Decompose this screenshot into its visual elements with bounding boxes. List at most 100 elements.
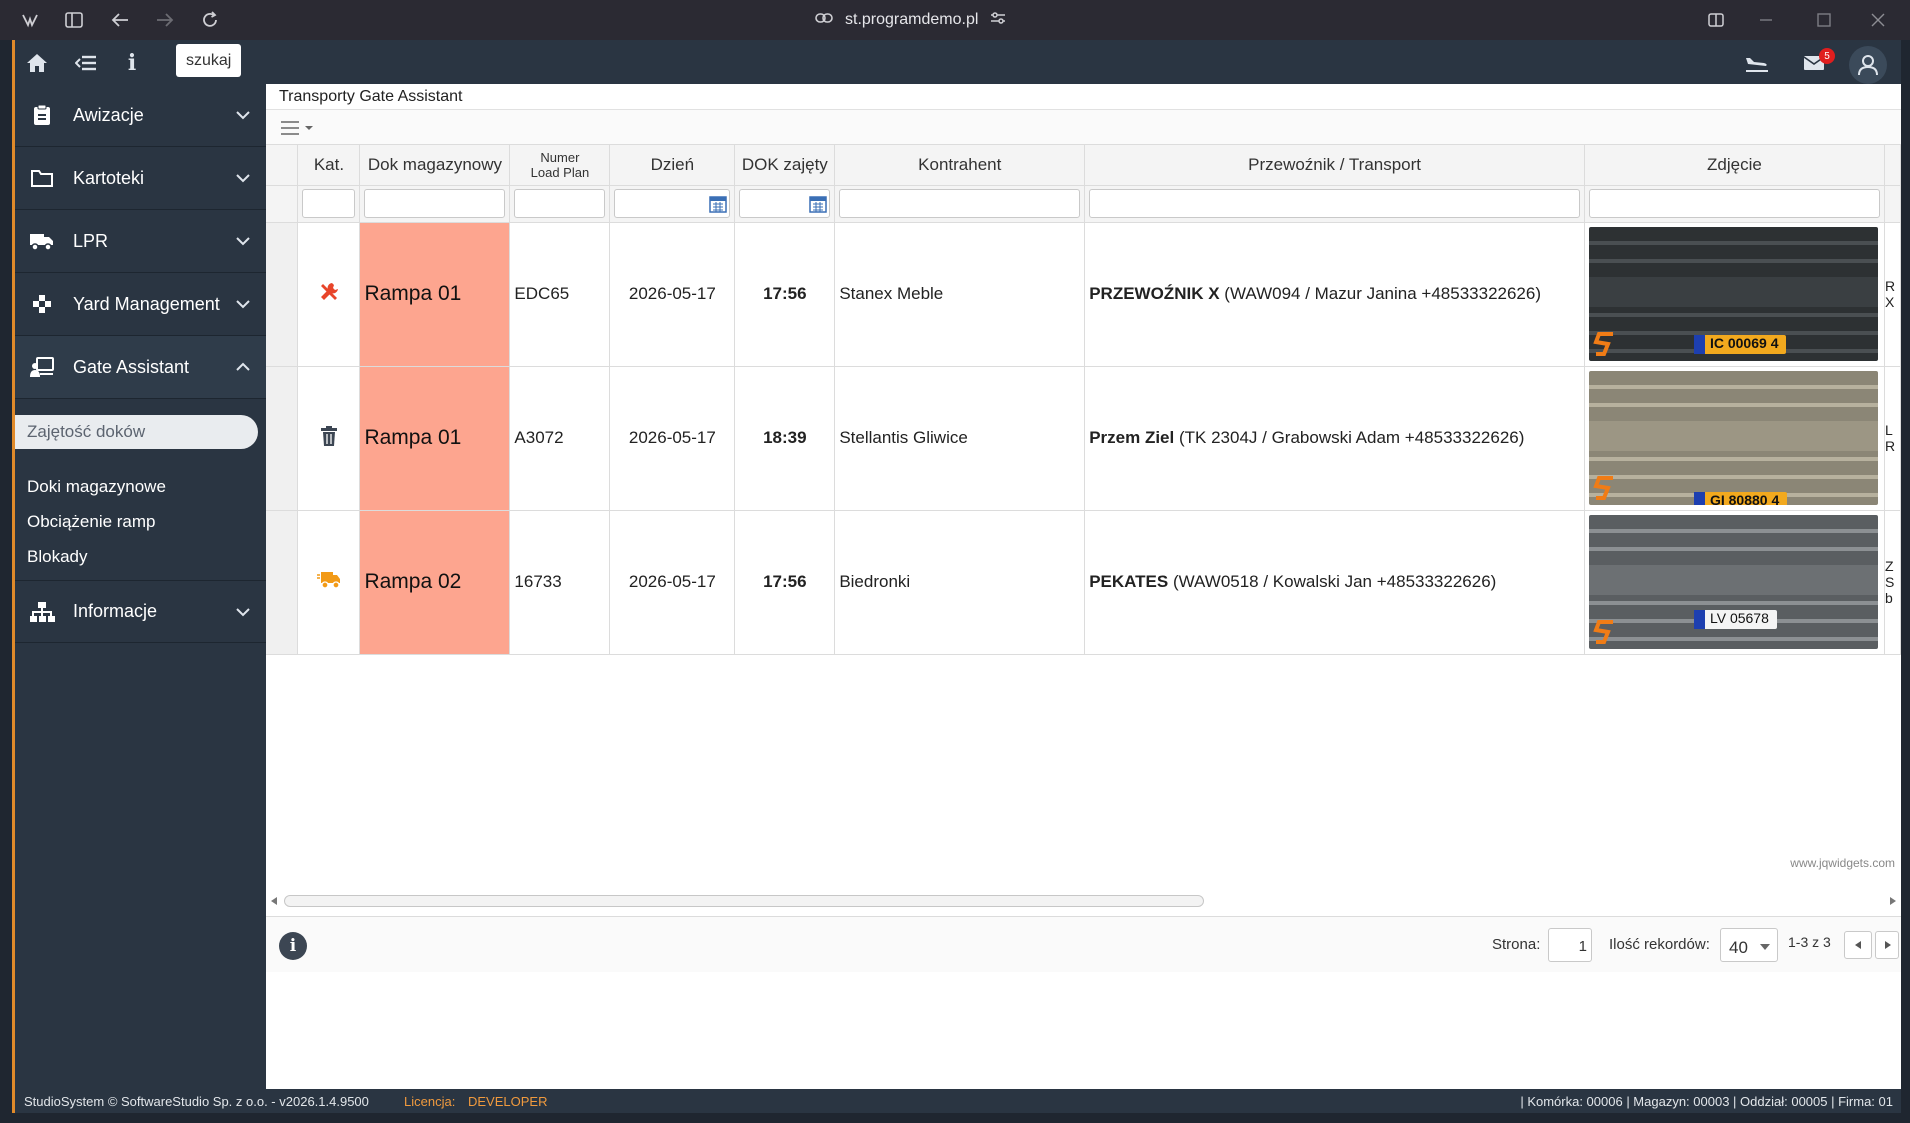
filter-input-kat[interactable]: [302, 189, 356, 218]
sidebar-item-label: LPR: [73, 230, 109, 251]
zdjecie-cell: GI 80880 4: [1584, 366, 1885, 511]
chevron-down-icon: [236, 608, 250, 617]
kat-cell: [297, 222, 361, 367]
przewoznik-details: (WAW094 / Mazur Janina +48533322626): [1224, 284, 1542, 303]
sidebar-item-lpr[interactable]: LPR: [15, 210, 266, 273]
browser-logo-icon[interactable]: [18, 8, 42, 32]
chevron-down-icon: [236, 300, 250, 309]
filter-input-przewoznik[interactable]: [1089, 189, 1580, 218]
hamburger-menu-icon[interactable]: [280, 119, 316, 142]
scroll-right-icon[interactable]: [1889, 896, 1897, 906]
plate-number: GI 80880: [1709, 492, 1768, 505]
column-header-kat[interactable]: Kat.: [297, 145, 361, 186]
row-selector[interactable]: [266, 366, 299, 511]
filter-input-dzien[interactable]: [614, 189, 731, 218]
search-button[interactable]: szukaj: [176, 44, 242, 77]
horizontal-scrollbar[interactable]: [266, 893, 1901, 909]
prev-page-button[interactable]: [1844, 931, 1872, 959]
forward-icon[interactable]: [153, 8, 177, 32]
close-icon[interactable]: [1866, 8, 1890, 32]
submenu-item-doki[interactable]: Doki magazynowe: [15, 469, 266, 504]
truck-photo[interactable]: LV 05678: [1588, 515, 1878, 649]
sidebar-item-label: Gate Assistant: [73, 356, 190, 377]
column-header-numer[interactable]: Numer Load Plan: [509, 145, 611, 186]
license-label: Licencja:: [404, 1094, 456, 1109]
records-label: Ilość rekordów:: [1609, 936, 1710, 953]
table-row[interactable]: Rampa 01 A3072 2026-05-17 18:39 Stellant…: [266, 366, 1902, 511]
submenu-item-obciazenie[interactable]: Obciążenie ramp: [15, 504, 266, 539]
dok-zajety-cell: 17:56: [734, 510, 836, 655]
submenu-item-active[interactable]: Zajętość doków: [15, 415, 258, 449]
sidebar-item-gate-assistant[interactable]: Gate Assistant: [15, 336, 266, 399]
calendar-icon[interactable]: [709, 195, 728, 213]
column-header-dok-zajety[interactable]: DOK zajęty: [734, 145, 836, 186]
przewoznik-details: (TK 2304J / Grabowski Adam +48533322626): [1178, 428, 1525, 447]
column-header-numer-line1: Numer: [540, 149, 580, 165]
next-page-button[interactable]: [1875, 931, 1899, 959]
truck-photo[interactable]: IC 00069 4: [1588, 227, 1878, 361]
sidebar-item-awizacje[interactable]: Awizacje: [15, 84, 266, 147]
chevron-left-icon: [1855, 941, 1861, 949]
split-view-icon[interactable]: [1704, 8, 1728, 32]
filter-cell-empty: [266, 185, 299, 223]
chevron-right-icon: [1885, 941, 1891, 949]
column-header-kontrahent[interactable]: Kontrahent: [834, 145, 1086, 186]
sidebar-item-label: Kartoteki: [73, 167, 145, 188]
filter-input-dok-zajety[interactable]: [739, 189, 831, 218]
page-input[interactable]: 1: [1548, 928, 1592, 962]
user-avatar[interactable]: [1849, 46, 1887, 84]
mail-icon[interactable]: 5: [1801, 48, 1835, 76]
sidebar-item-informacje[interactable]: Informacje: [15, 580, 266, 643]
dok-cell: Rampa 01: [359, 366, 511, 511]
address-bar[interactable]: st.programdemo.pl: [815, 8, 1006, 32]
calendar-icon[interactable]: [809, 195, 828, 213]
przewoznik-cell: PRZEWOŹNIK X (WAW094 / Mazur Janina +485…: [1084, 222, 1585, 367]
back-icon[interactable]: [108, 8, 132, 32]
sidebar-item-yard-management[interactable]: Yard Management: [15, 273, 266, 336]
menu-collapse-icon[interactable]: [73, 50, 99, 76]
header-row: Kat. Dok magazynowy Numer Load Plan Dzie…: [266, 145, 1902, 186]
przewoznik-cell: Przem Ziel (TK 2304J / Grabowski Adam +4…: [1084, 366, 1585, 511]
sidebar-item-kartoteki[interactable]: Kartoteki: [15, 147, 266, 210]
license-plate: GI 80880 4: [1693, 492, 1788, 505]
scrollbar-thumb[interactable]: [284, 895, 1204, 907]
sidebar: Awizacje Kartoteki LPR Yard Management G…: [15, 84, 266, 1089]
license-value: DEVELOPER: [468, 1094, 548, 1109]
column-header-dok[interactable]: Dok magazynowy: [359, 145, 511, 186]
filter-input-zdjecie[interactable]: [1588, 189, 1880, 218]
reload-icon[interactable]: [198, 8, 222, 32]
table-row[interactable]: Rampa 01 EDC65 2026-05-17 17:56 Stanex M…: [266, 222, 1902, 367]
plane-landing-icon[interactable]: [1744, 50, 1770, 76]
column-header-dzien[interactable]: Dzień: [609, 145, 736, 186]
chevron-up-icon: [236, 362, 250, 371]
sidebar-toggle-icon[interactable]: [62, 8, 86, 32]
numer-cell: 16733: [509, 510, 611, 655]
filter-input-numer[interactable]: [514, 189, 606, 218]
person-desk-icon: [29, 354, 55, 380]
site-settings-icon[interactable]: [990, 10, 1006, 31]
dok-zajety-cell: 18:39: [734, 366, 836, 511]
filter-cell-dok: [359, 185, 511, 223]
plate-suffix: 4: [1770, 335, 1779, 351]
info-icon[interactable]: i: [119, 50, 145, 76]
status-bar: StudioSystem © SoftwareStudio Sp. z o.o.…: [15, 1089, 1901, 1113]
column-header-przewoznik[interactable]: Przewoźnik / Transport: [1084, 145, 1585, 186]
maximize-icon[interactable]: [1812, 8, 1836, 32]
row-selector[interactable]: [266, 222, 299, 367]
submenu-item-blokady[interactable]: Blokady: [15, 539, 266, 574]
filter-input-dok[interactable]: [364, 189, 506, 218]
home-icon[interactable]: [24, 50, 50, 76]
studio-logo-icon: [1593, 620, 1613, 644]
przewoznik-details: (WAW0518 / Kowalski Jan +48533322626): [1172, 572, 1497, 591]
scroll-left-icon[interactable]: [270, 896, 278, 906]
info-button[interactable]: i: [279, 932, 307, 960]
zdjecie-cell: LV 05678: [1584, 510, 1885, 655]
minimize-icon[interactable]: [1754, 8, 1778, 32]
filter-input-kontrahent[interactable]: [839, 189, 1081, 218]
records-select[interactable]: 40: [1720, 928, 1778, 962]
truck-photo[interactable]: GI 80880 4: [1588, 371, 1878, 505]
column-header-zdjecie[interactable]: Zdjęcie: [1584, 145, 1885, 186]
row-selector[interactable]: [266, 510, 299, 655]
table-row[interactable]: Rampa 02 16733 2026-05-17 17:56 Biedronk…: [266, 510, 1902, 655]
plate-suffix: 4: [1771, 492, 1780, 505]
